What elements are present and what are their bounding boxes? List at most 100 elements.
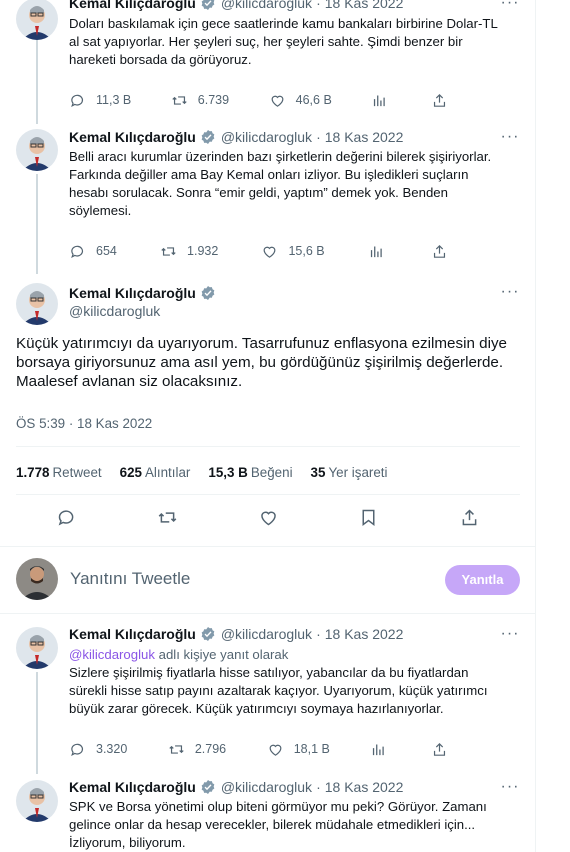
reply-input[interactable]: Yanıtını Tweetle bbox=[70, 569, 190, 589]
analytics-icon bbox=[373, 744, 385, 755]
tweet-date[interactable]: 18 Kas 2022 bbox=[325, 626, 404, 642]
avatar[interactable] bbox=[16, 627, 58, 669]
like-count: 18,1 B bbox=[293, 742, 330, 756]
like-button[interactable]: 46,6 B bbox=[269, 90, 332, 110]
share-button[interactable] bbox=[431, 241, 451, 261]
views-button[interactable] bbox=[368, 241, 388, 261]
user-avatar[interactable] bbox=[16, 558, 58, 600]
retweet-button[interactable]: 6.739 bbox=[171, 90, 229, 110]
author-handle[interactable]: @kilicdarogluk bbox=[69, 303, 160, 319]
tweet-header: Kemal Kılıçdaroğlu @kilicdarogluk · 18 K… bbox=[69, 626, 404, 642]
main-tweet-actions bbox=[56, 507, 480, 533]
like-count: 15,6 B bbox=[288, 244, 325, 258]
analytics-icon bbox=[374, 95, 386, 106]
reply-icon bbox=[71, 743, 84, 756]
engagement-stats: 1.778 Retweet 625 Alıntılar 15,3 B Beğeni 3… bbox=[16, 462, 388, 482]
reply-submit-button[interactable]: Yanıtla bbox=[445, 565, 520, 595]
author-name[interactable]: Kemal Kılıçdaroğlu bbox=[69, 779, 196, 795]
tweet-date[interactable]: 18 Kas 2022 bbox=[325, 129, 404, 145]
retweet-button[interactable]: 2.796 bbox=[168, 739, 226, 759]
reply-count: 3.320 bbox=[96, 742, 128, 756]
more-options-icon[interactable]: ··· bbox=[500, 129, 520, 148]
reply-composer: Yanıtını Tweetle Yanıtla bbox=[0, 546, 535, 614]
reply-icon[interactable] bbox=[56, 507, 77, 533]
stat-bookmarks[interactable]: 35 Yer işareti bbox=[311, 465, 388, 480]
retweet-count: 2.796 bbox=[194, 742, 227, 756]
tweet-text: SPK ve Borsa yönetimi olup biteni görmüy… bbox=[69, 799, 487, 850]
heart-icon bbox=[264, 246, 276, 258]
analytics-icon bbox=[370, 246, 382, 257]
thread-line bbox=[36, 174, 38, 274]
heart-icon bbox=[269, 744, 282, 756]
author-handle[interactable]: @kilicdarogluk bbox=[221, 626, 312, 642]
retweet-count: 1.932 bbox=[187, 244, 219, 258]
tweet-actions: 11,3 B 6.739 46,6 B bbox=[69, 90, 451, 110]
avatar[interactable] bbox=[16, 129, 58, 171]
verified-badge-icon bbox=[200, 626, 216, 642]
timeline-column: Kemal Kılıçdaroğlu @kilicdarogluk · 18 K… bbox=[0, 0, 536, 852]
reply-icon bbox=[71, 245, 84, 258]
views-button[interactable] bbox=[371, 90, 391, 110]
share-button[interactable] bbox=[431, 739, 451, 759]
main-tweet-timestamp[interactable]: ÖS 5:39 · 18 Kas 2022 bbox=[16, 416, 152, 431]
tweet-date[interactable]: 18 Kas 2022 bbox=[325, 0, 404, 11]
more-options-icon[interactable]: ··· bbox=[500, 626, 520, 645]
reply-count: 11,3 B bbox=[96, 93, 132, 107]
tweet-text: Sizlere şişirilmiş fiyatlarla hisse satı… bbox=[69, 665, 488, 716]
views-button[interactable] bbox=[370, 739, 390, 759]
verified-badge-icon bbox=[200, 779, 216, 795]
reply-icon bbox=[71, 94, 84, 107]
share-button[interactable] bbox=[431, 90, 451, 110]
reply-count: 654 bbox=[96, 244, 117, 258]
avatar[interactable] bbox=[16, 283, 58, 325]
author-name[interactable]: Kemal Kılıçdaroğlu bbox=[69, 626, 196, 642]
share-icon[interactable] bbox=[459, 507, 480, 533]
author-handle[interactable]: @kilicdarogluk bbox=[221, 0, 312, 11]
tweet-text: Doları baskılamak için gece saatlerinde … bbox=[69, 16, 498, 67]
reply-button[interactable]: 3.320 bbox=[69, 739, 127, 759]
share-icon bbox=[433, 93, 446, 107]
tweet-text: Belli aracı kurumlar üzerinden bazı şirk… bbox=[69, 149, 492, 218]
more-options-icon[interactable]: ··· bbox=[500, 779, 520, 798]
retweet-icon bbox=[161, 246, 176, 256]
like-button[interactable]: 18,1 B bbox=[267, 739, 330, 759]
like-button[interactable]: 15,6 B bbox=[261, 241, 325, 261]
stat-retweets[interactable]: 1.778 Retweet bbox=[16, 465, 102, 480]
mention-link[interactable]: @kilicdarogluk bbox=[69, 647, 155, 662]
share-icon bbox=[433, 244, 446, 258]
avatar[interactable] bbox=[16, 0, 58, 40]
verified-badge-icon bbox=[200, 129, 216, 145]
author-name[interactable]: Kemal Kılıçdaroğlu bbox=[69, 129, 196, 145]
bookmark-icon[interactable] bbox=[358, 507, 379, 533]
tweet-date[interactable]: 18 Kas 2022 bbox=[325, 779, 404, 795]
main-tweet-text: Küçük yatırımcıyı da uyarıyorum. Tasarru… bbox=[16, 335, 507, 390]
author-name[interactable]: Kemal Kılıçdaroğlu bbox=[69, 285, 196, 301]
scrollbar-area[interactable] bbox=[536, 0, 570, 852]
stat-likes[interactable]: 15,3 B Beğeni bbox=[208, 465, 292, 480]
heart-icon[interactable] bbox=[258, 507, 279, 533]
thread-line bbox=[36, 672, 38, 774]
share-icon bbox=[433, 742, 446, 756]
reply-button[interactable]: 654 bbox=[69, 241, 117, 261]
more-options-icon[interactable]: ··· bbox=[500, 0, 520, 14]
heart-icon bbox=[271, 95, 284, 107]
retweet-count: 6.739 bbox=[197, 93, 230, 107]
retweet-button[interactable]: 1.932 bbox=[160, 241, 218, 261]
tweet-header: Kemal Kılıçdaroğlu @kilicdarogluk · 18 K… bbox=[69, 129, 404, 145]
divider bbox=[16, 446, 520, 447]
avatar[interactable] bbox=[16, 780, 58, 822]
like-count: 46,6 B bbox=[295, 93, 332, 107]
tweet-actions: 654 1.932 15,6 B bbox=[69, 241, 451, 261]
author-handle[interactable]: @kilicdarogluk bbox=[221, 129, 312, 145]
stat-quotes[interactable]: 625 Alıntılar bbox=[120, 465, 191, 480]
tweet-header: Kemal Kılıçdaroğlu @kilicdarogluk · 18 K… bbox=[69, 779, 404, 795]
thread-line bbox=[36, 40, 38, 124]
retweet-icon[interactable] bbox=[157, 507, 178, 533]
reply-button[interactable]: 11,3 B bbox=[69, 90, 131, 110]
author-handle[interactable]: @kilicdarogluk bbox=[221, 779, 312, 795]
more-options-icon[interactable]: ··· bbox=[500, 284, 520, 303]
retweet-icon bbox=[169, 744, 184, 754]
retweet-icon bbox=[172, 95, 187, 105]
verified-badge-icon bbox=[200, 285, 216, 301]
author-name[interactable]: Kemal Kılıçdaroğlu bbox=[69, 0, 196, 11]
